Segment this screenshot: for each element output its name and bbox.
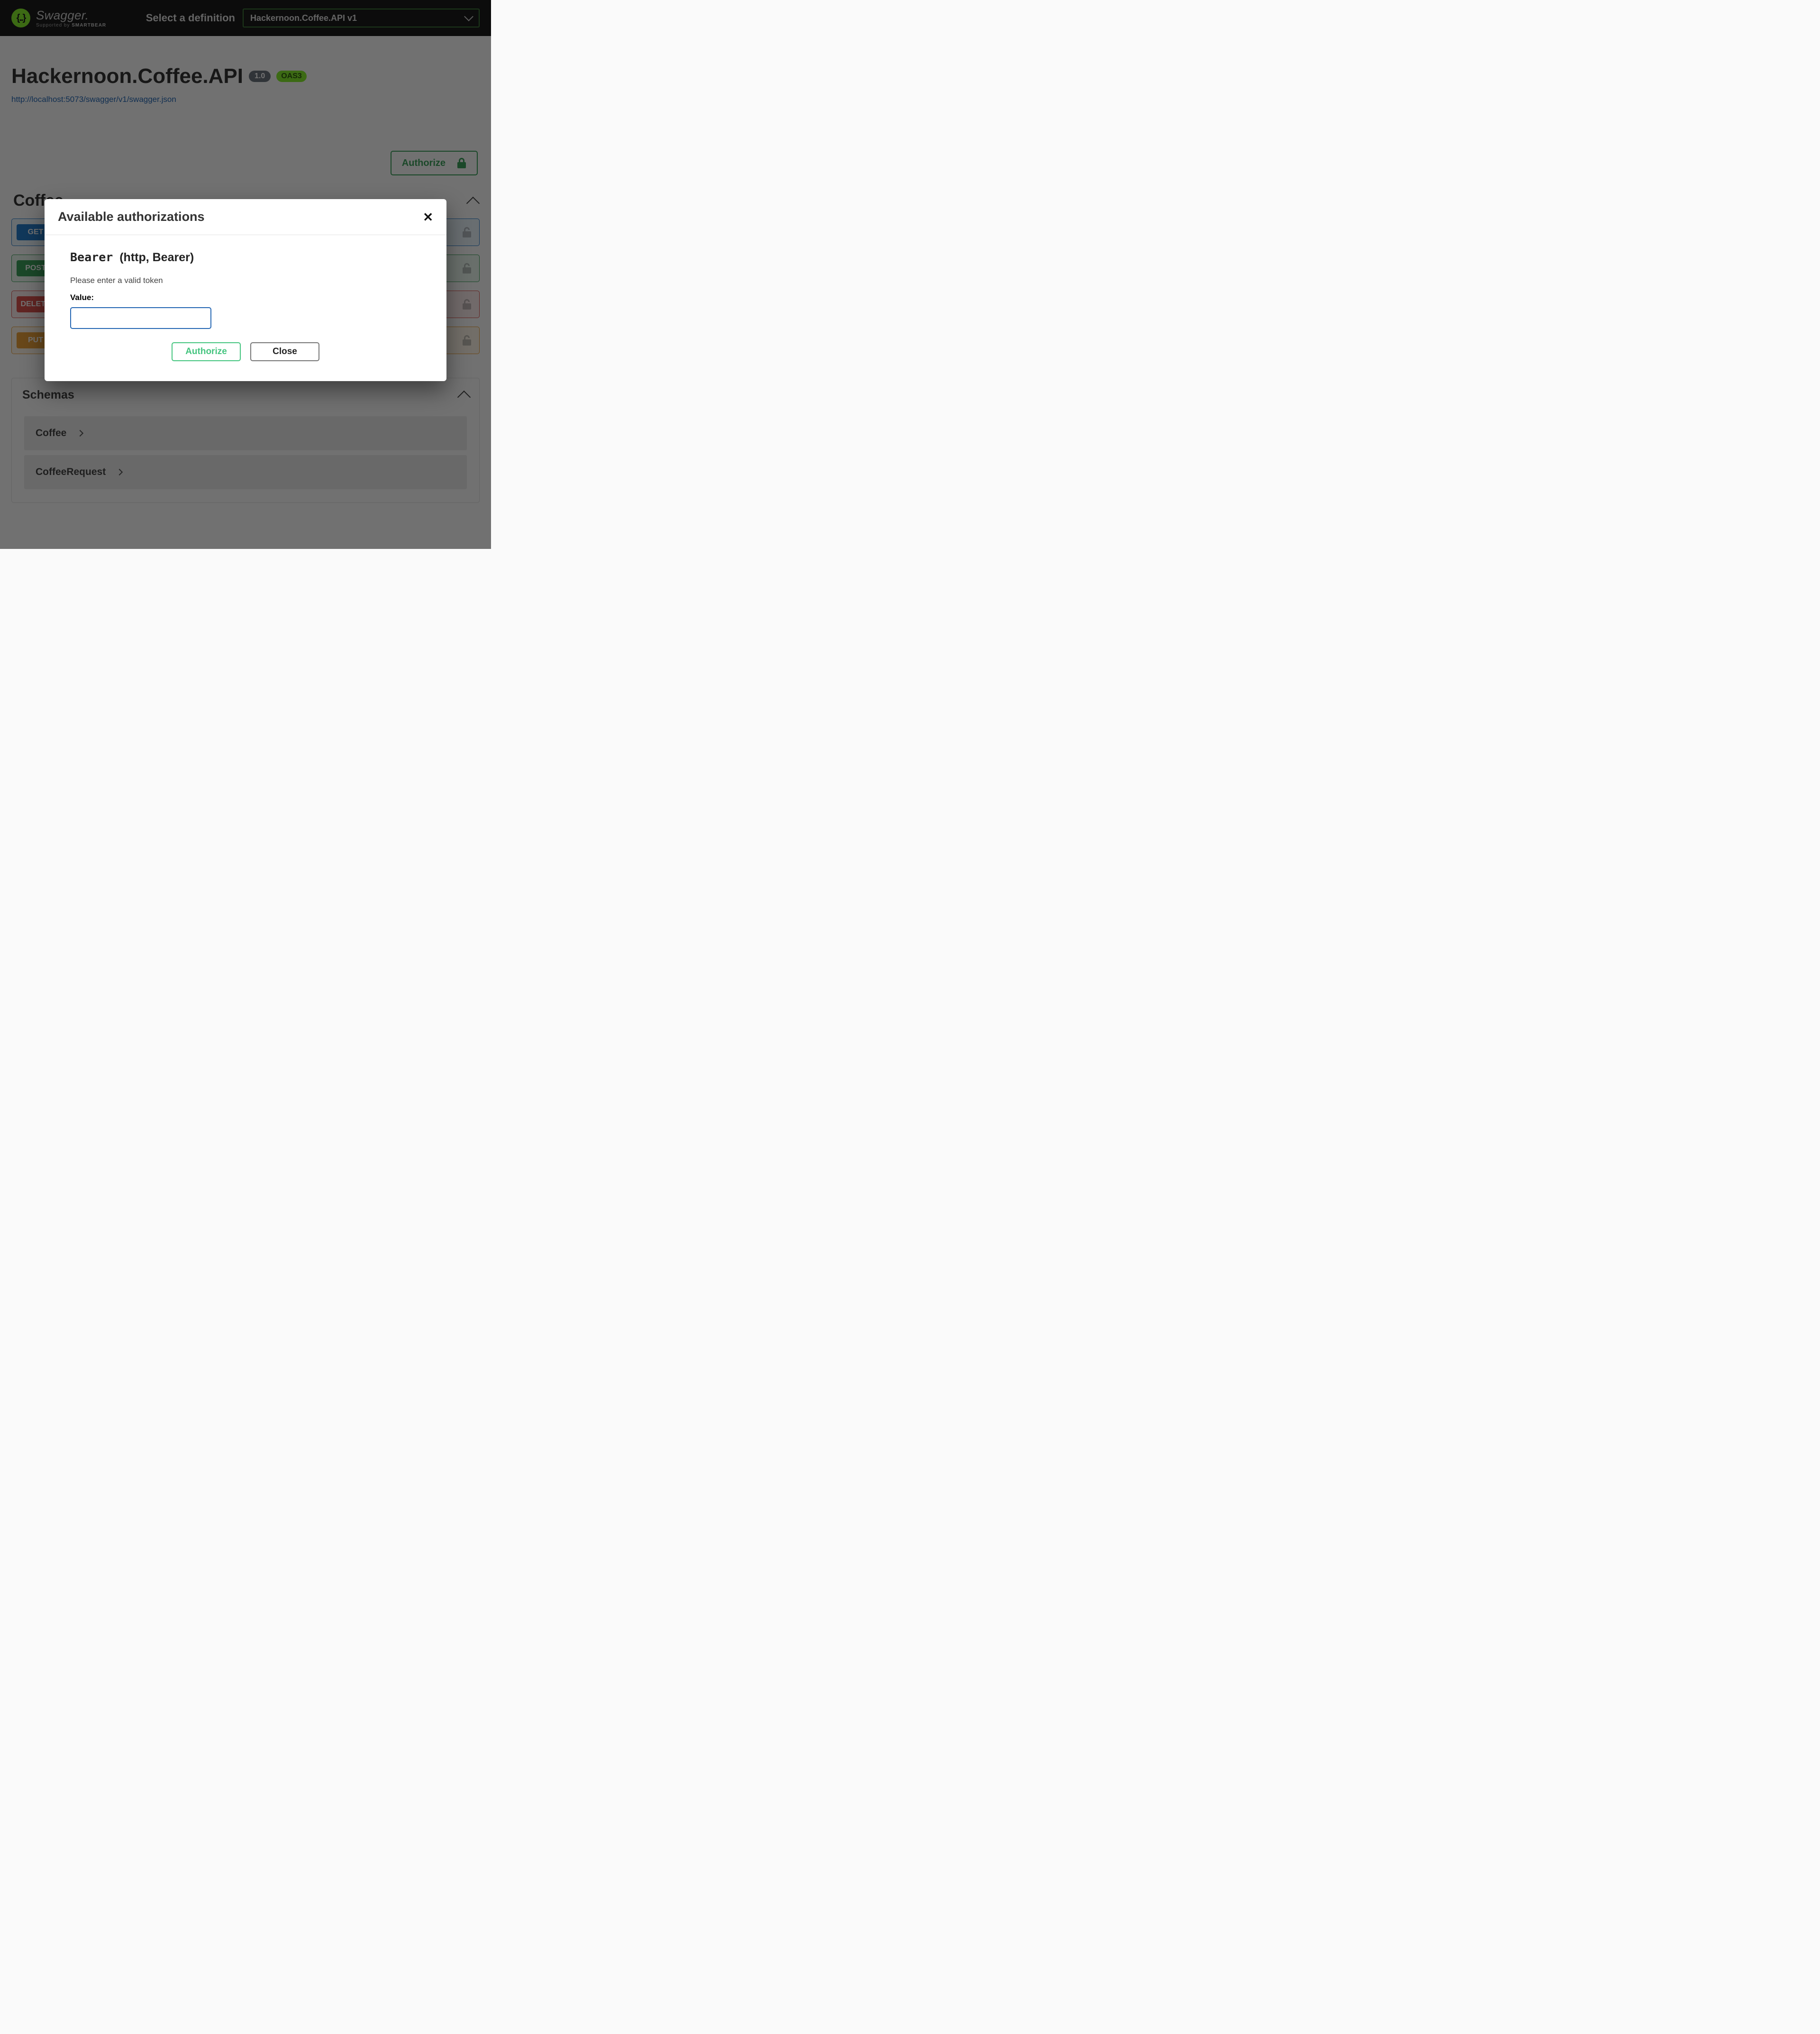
value-label: Value: bbox=[70, 293, 421, 302]
auth-scheme-type: (http, Bearer) bbox=[119, 251, 194, 264]
modal-close-button[interactable]: Close bbox=[250, 342, 319, 361]
modal-backdrop[interactable]: Available authorizations ✕ Bearer (http,… bbox=[0, 0, 491, 549]
modal-authorize-button[interactable]: Authorize bbox=[172, 342, 241, 361]
auth-scheme-name: Bearer bbox=[70, 250, 113, 264]
close-icon[interactable]: ✕ bbox=[423, 211, 433, 223]
auth-description: Please enter a valid token bbox=[70, 276, 421, 285]
modal-title: Available authorizations bbox=[58, 210, 205, 224]
token-input[interactable] bbox=[70, 307, 211, 329]
authorize-modal: Available authorizations ✕ Bearer (http,… bbox=[45, 199, 446, 381]
